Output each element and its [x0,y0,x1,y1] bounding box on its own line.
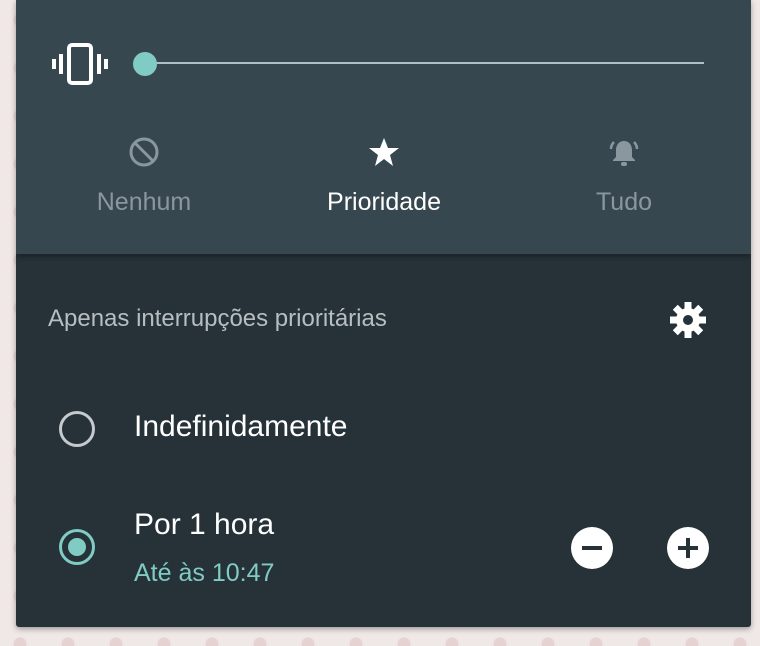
mode-none-label: Nenhum [96,188,192,216]
option-one-hour-label[interactable]: Por 1 hora [134,508,274,542]
section-title: Apenas interrupções prioritárias [48,305,387,332]
gear-icon[interactable] [667,301,709,339]
mode-priority-label: Prioridade [327,188,441,216]
decrease-time-button[interactable] [571,527,613,569]
block-icon [129,137,159,167]
option-one-hour-until: Até às 10:47 [134,559,275,587]
option-indefinitely-label[interactable]: Indefinidamente [134,410,348,444]
star-icon [369,138,399,166]
radio-selected-dot [68,538,86,556]
volume-slider-thumb[interactable] [133,52,157,76]
minus-icon [582,546,602,550]
volume-slider-track[interactable] [144,62,704,64]
mode-all-label: Tudo [595,188,653,216]
do-not-disturb-panel: Nenhum Prioridade Tudo Apenas interrupçõ… [16,0,751,627]
plus-icon-vertical [686,538,690,558]
increase-time-button[interactable] [667,527,709,569]
bell-ringing-icon [609,141,639,166]
mode-selector-area: Nenhum Prioridade Tudo [16,0,751,254]
mode-none-button[interactable]: Nenhum [44,130,244,230]
mode-all-button[interactable]: Tudo [524,130,724,230]
vibrate-icon [52,43,108,85]
radio-indefinitely[interactable] [59,411,95,447]
mode-priority-button[interactable]: Prioridade [284,130,484,230]
radio-one-hour[interactable] [59,529,95,565]
